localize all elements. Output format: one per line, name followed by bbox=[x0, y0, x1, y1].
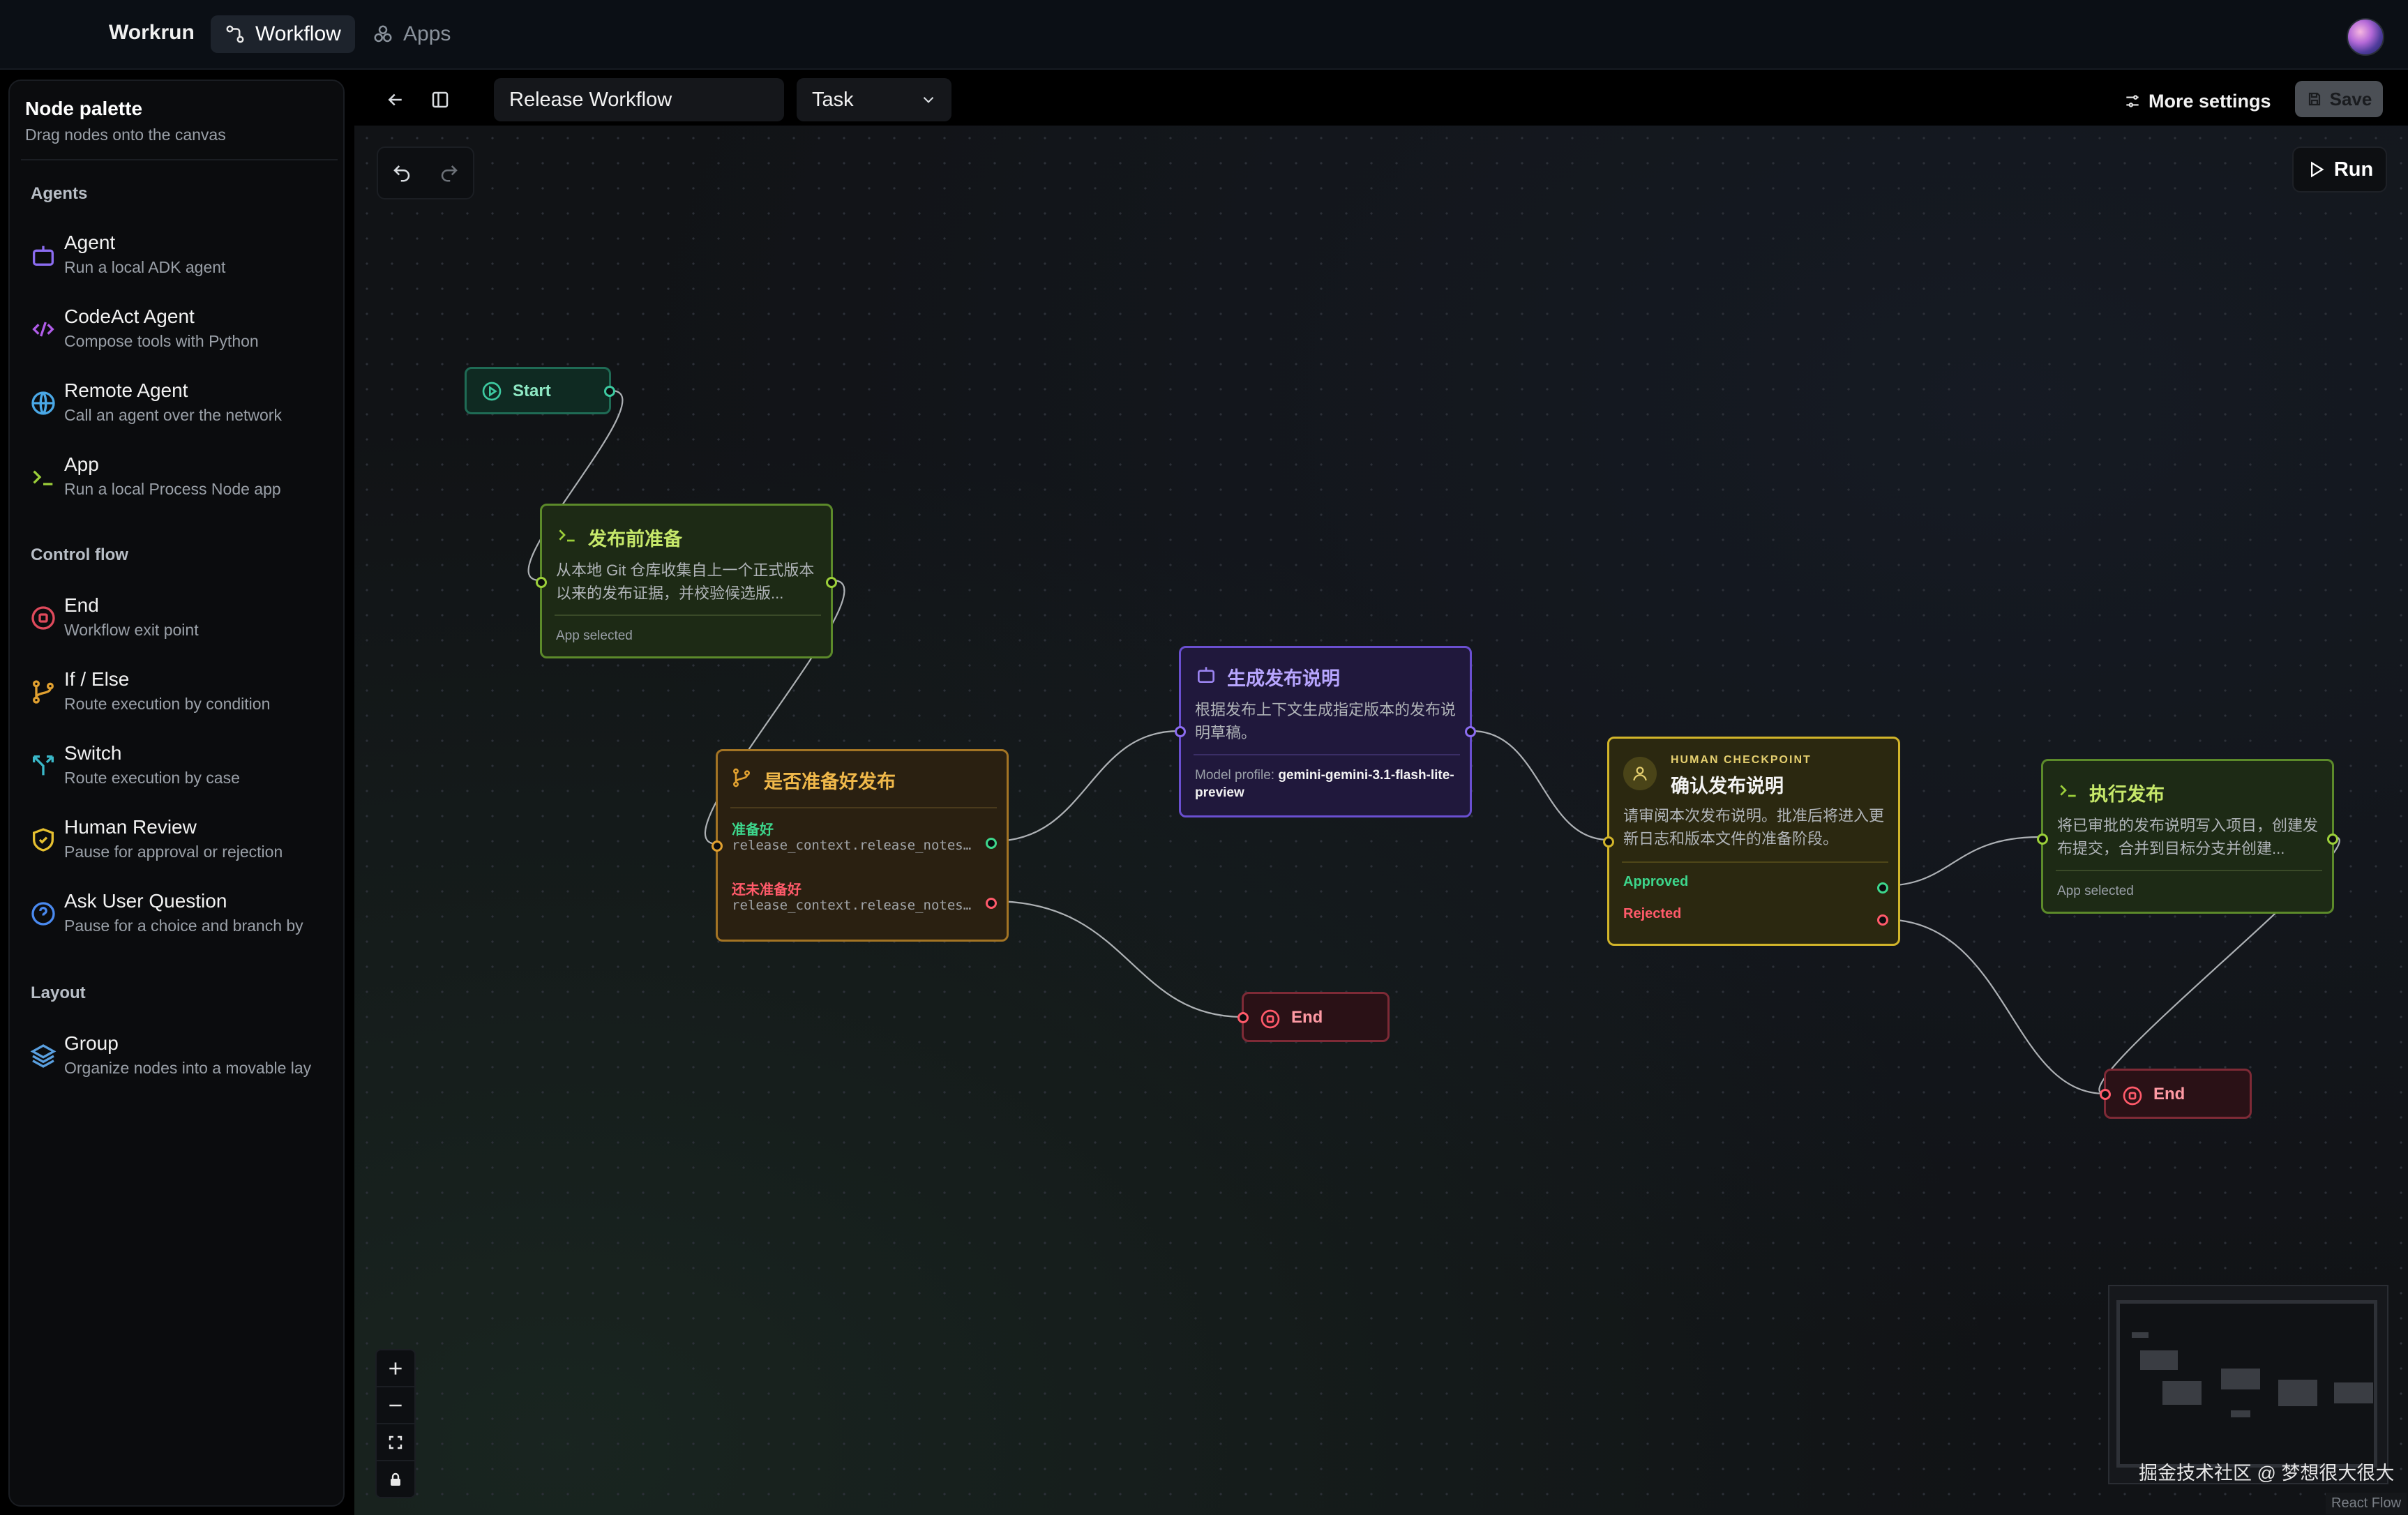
node-title: 是否准备好发布 bbox=[764, 771, 896, 792]
branch-label-ready: 准备好 bbox=[732, 822, 774, 838]
watermark-text: 掘金技术社区 @ 梦想很大很大 bbox=[2139, 1463, 2395, 1484]
run-button[interactable]: Run bbox=[2292, 146, 2387, 193]
fit-view-icon bbox=[389, 1435, 402, 1449]
branch-label-not-ready: 还未准备好 bbox=[732, 882, 802, 898]
minimap-node bbox=[2278, 1380, 2317, 1406]
terminal-icon bbox=[2060, 785, 2076, 797]
node-divider bbox=[1194, 754, 1460, 755]
node-kicker: HUMAN CHECKPOINT bbox=[1671, 754, 1812, 766]
node-human-checkpoint[interactable]: HUMAN CHECKPOINT 确认发布说明 请审阅本次发布说明。批准后将进入… bbox=[1603, 737, 1900, 946]
branch-icon bbox=[733, 768, 750, 787]
node-title: 生成发布说明 bbox=[1227, 668, 1340, 689]
minimap-node bbox=[2221, 1369, 2260, 1389]
lock-icon bbox=[391, 1472, 400, 1486]
input-handle[interactable] bbox=[712, 841, 723, 852]
edge-ready-agent bbox=[993, 730, 1180, 843]
branch-expression: release_context.release_notes… bbox=[732, 898, 972, 913]
output-handle[interactable] bbox=[826, 577, 837, 588]
node-title: 执行发布 bbox=[2089, 784, 2165, 805]
history-controls bbox=[377, 146, 474, 199]
output-handle-rejected[interactable] bbox=[1877, 914, 1888, 926]
node-divider bbox=[730, 807, 997, 808]
play-icon bbox=[2310, 161, 2324, 178]
undo-icon[interactable] bbox=[391, 163, 412, 183]
node-footer: App selected bbox=[556, 628, 633, 643]
node-publish[interactable]: 执行发布 将已审批的发布说明写入项目，创建发布提交，合并到目标分支并创建... … bbox=[2037, 759, 2338, 914]
play-circle-icon bbox=[482, 382, 502, 401]
zoom-controls bbox=[375, 1349, 416, 1498]
node-footer: App selected bbox=[2057, 884, 2134, 898]
fit-view-button[interactable] bbox=[377, 1424, 414, 1461]
output-handle-not-ready[interactable] bbox=[986, 898, 997, 909]
node-description: 请审阅本次发布说明。批准后将进入更新日志和版本文件的准备阶段。 bbox=[1623, 807, 1885, 847]
output-handle[interactable] bbox=[604, 386, 615, 397]
edge-notready-end1 bbox=[993, 900, 1244, 1018]
node-agent-release-notes[interactable]: 生成发布说明 根据发布上下文生成指定版本的发布说明草稿。 Model profi… bbox=[1175, 646, 1476, 817]
edge-approved-publish bbox=[1883, 836, 2040, 887]
zoom-in-button[interactable] bbox=[377, 1350, 414, 1387]
input-handle[interactable] bbox=[536, 577, 547, 588]
input-handle[interactable] bbox=[1237, 1012, 1249, 1023]
input-handle[interactable] bbox=[1603, 836, 1614, 847]
rejected-label: Rejected bbox=[1623, 906, 1682, 921]
output-handle[interactable] bbox=[1465, 726, 1476, 737]
user-icon bbox=[1623, 757, 1657, 790]
output-handle-approved[interactable] bbox=[1877, 882, 1888, 894]
stop-circle-icon bbox=[2123, 1086, 2142, 1106]
node-divider bbox=[1622, 861, 1888, 863]
node-divider bbox=[555, 615, 821, 616]
node-title: 确认发布说明 bbox=[1671, 776, 1784, 797]
output-handle-ready[interactable] bbox=[986, 838, 997, 849]
edge-rejected-end2 bbox=[1883, 918, 2106, 1095]
run-label: Run bbox=[2333, 158, 2374, 181]
input-handle[interactable] bbox=[1175, 726, 1186, 737]
node-divider bbox=[2056, 870, 2322, 871]
minimap-node bbox=[2231, 1410, 2250, 1417]
node-description: 根据发布上下文生成指定版本的发布说明草稿。 bbox=[1195, 701, 1457, 741]
minus-icon bbox=[389, 1404, 402, 1406]
node-end-1[interactable]: End bbox=[1237, 992, 1390, 1042]
node-title: Start bbox=[513, 382, 551, 400]
branch-expression: release_context.release_notes… bbox=[732, 838, 972, 853]
minimap-node bbox=[2140, 1350, 2178, 1370]
node-title: 发布前准备 bbox=[588, 529, 682, 550]
edge-agent-human bbox=[1471, 730, 1609, 841]
node-footer: Model profile: gemini-gemini-3.1-flash-l… bbox=[1195, 767, 1460, 801]
node-description: 从本地 Git 仓库收集自上一个正式版本以来的发布证据，并校验候选版... bbox=[556, 561, 815, 602]
node-description: 将已审批的发布说明写入项目，创建发布提交，合并到目标分支并创建... bbox=[2057, 817, 2319, 857]
minimap-node bbox=[2132, 1332, 2149, 1338]
approved-label: Approved bbox=[1623, 874, 1689, 889]
robot-icon bbox=[1198, 667, 1214, 683]
minimap-node bbox=[2162, 1381, 2202, 1405]
node-title: End bbox=[1291, 1008, 1323, 1027]
minimap-node bbox=[2334, 1382, 2373, 1403]
lock-button[interactable] bbox=[377, 1461, 414, 1497]
input-handle[interactable] bbox=[2100, 1089, 2111, 1100]
node-end-2[interactable]: End bbox=[2100, 1069, 2252, 1119]
react-flow-attribution[interactable]: React Flow bbox=[2326, 1493, 2407, 1514]
stop-circle-icon bbox=[1261, 1009, 1280, 1029]
node-title: End bbox=[2153, 1085, 2185, 1103]
input-handle[interactable] bbox=[2037, 834, 2048, 845]
redo-icon[interactable] bbox=[439, 163, 460, 183]
node-if-else[interactable]: 是否准备好发布 准备好 release_context.release_note… bbox=[712, 749, 1009, 942]
node-release-prep[interactable]: 发布前准备 从本地 Git 仓库收集自上一个正式版本以来的发布证据，并校验候选版… bbox=[536, 504, 837, 658]
terminal-icon bbox=[559, 529, 575, 542]
output-handle[interactable] bbox=[2327, 834, 2338, 845]
minimap[interactable] bbox=[2108, 1285, 2388, 1484]
zoom-out-button[interactable] bbox=[377, 1387, 414, 1424]
node-start[interactable]: Start bbox=[465, 367, 615, 414]
model-profile-label: Model profile: bbox=[1195, 768, 1279, 783]
plus-icon bbox=[389, 1362, 402, 1375]
